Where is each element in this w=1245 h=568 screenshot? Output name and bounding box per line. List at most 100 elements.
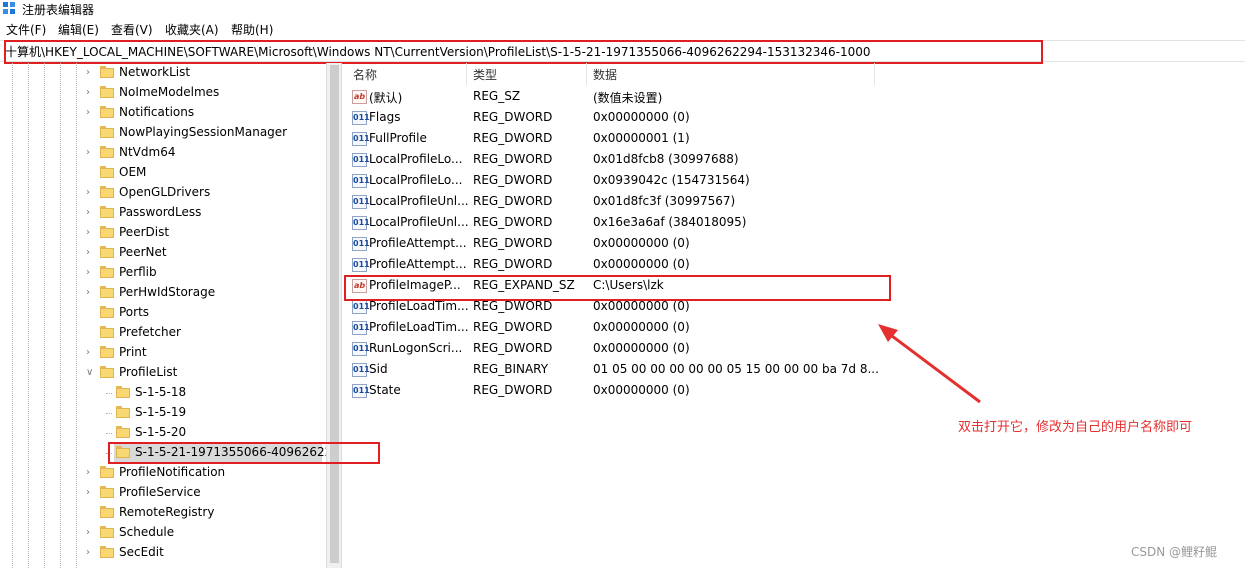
menu-view[interactable]: 查看(V) (111, 21, 153, 38)
column-type[interactable]: 类型 (473, 66, 497, 83)
tree-item-label: S-1-5-18 (135, 385, 187, 399)
value-row[interactable]: 011 ProfileLoadTim... REG_DWORD 0x00000000 … (346, 318, 886, 339)
menu-favorites[interactable]: 收藏夹(A) (165, 21, 219, 38)
chevron-right-icon[interactable]: › (86, 487, 96, 499)
folder-icon (100, 66, 114, 78)
chevron-right-icon[interactable]: › (86, 547, 96, 559)
tree-item[interactable]: › OpenGLDrivers (0, 183, 326, 203)
tree-item[interactable]: › ProfileService (0, 483, 326, 503)
value-data: 0x00000000 (0) (593, 110, 690, 124)
registry-tree: › NetworkList › NoImeModelmes › Notifications… (0, 63, 326, 568)
chevron-right-icon[interactable]: › (86, 247, 96, 259)
highlight-selected-key (108, 442, 380, 464)
scrollbar-thumb[interactable] (330, 65, 339, 563)
value-row[interactable]: 011 Flags REG_DWORD 0x00000000 (0) (346, 108, 886, 129)
chevron-down-icon[interactable]: ∨ (86, 367, 96, 379)
tree-item[interactable]: › Notifications (0, 103, 326, 123)
tree-item[interactable]: › PasswordLess (0, 203, 326, 223)
chevron-right-icon[interactable]: › (86, 467, 96, 479)
chevron-right-icon[interactable]: › (86, 267, 96, 279)
chevron-right-icon[interactable]: › (86, 147, 96, 159)
value-name: RunLogonScri... (369, 341, 463, 355)
value-name: ProfileAttempt... (369, 236, 467, 250)
binary-value-icon: 011 (352, 258, 370, 272)
value-row[interactable]: 011 LocalProfileUnl... REG_DWORD 0x16e3a6af… (346, 213, 886, 234)
value-row[interactable]: 011 ProfileAttempt... REG_DWORD 0x00000000 … (346, 234, 886, 255)
binary-value-icon: 011 (352, 174, 370, 188)
chevron-right-icon[interactable]: › (86, 287, 96, 299)
value-row[interactable]: 011 State REG_DWORD 0x00000000 (0) (346, 381, 886, 402)
tree-item-label: ProfileList (119, 365, 178, 379)
value-row[interactable]: 011 Sid REG_BINARY 01 05 00 00 00 00 00 05 … (346, 360, 886, 381)
menu-help[interactable]: 帮助(H) (231, 21, 273, 38)
tree-item[interactable]: Prefetcher (0, 323, 326, 343)
tree-item[interactable]: RemoteRegistry (0, 503, 326, 523)
value-row[interactable]: 011 LocalProfileUnl... REG_DWORD 0x01d8fc3f… (346, 192, 886, 213)
column-name[interactable]: 名称 (353, 66, 377, 83)
chevron-right-icon[interactable]: › (86, 207, 96, 219)
value-row[interactable]: 011 LocalProfileLo... REG_DWORD 0x01d8fcb8 … (346, 150, 886, 171)
tree-item[interactable]: › PerHwIdStorage (0, 283, 326, 303)
value-data: 0x00000001 (1) (593, 131, 690, 145)
value-type: REG_DWORD (473, 215, 553, 229)
tree-item-label: NowPlayingSessionManager (119, 125, 288, 139)
tree-item[interactable]: NowPlayingSessionManager (0, 123, 326, 143)
value-data: 0x16e3a6af (384018095) (593, 215, 747, 229)
tree-item-label: NoImeModelmes (119, 85, 220, 99)
value-data: 0x0939042c (154731564) (593, 173, 750, 187)
column-data[interactable]: 数据 (593, 66, 617, 83)
value-data: 0x01d8fcb8 (30997688) (593, 152, 739, 166)
value-type: REG_DWORD (473, 320, 553, 334)
value-row[interactable]: 011 LocalProfileLo... REG_DWORD 0x0939042c … (346, 171, 886, 192)
tree-item[interactable]: › PeerNet (0, 243, 326, 263)
folder-icon (100, 246, 114, 258)
annotation-text: 双击打开它，修改为自己的用户名称即可 (958, 420, 1193, 435)
chevron-right-icon[interactable]: › (86, 187, 96, 199)
tree-item[interactable]: › PeerDist (0, 223, 326, 243)
folder-icon (100, 546, 114, 558)
value-name: Sid (369, 362, 388, 376)
value-row[interactable]: 011 FullProfile REG_DWORD 0x00000001 (1) (346, 129, 886, 150)
tree-item[interactable]: S-1-5-18 (0, 383, 326, 403)
menu-file[interactable]: 文件(F) (6, 21, 46, 38)
chevron-right-icon[interactable]: › (86, 527, 96, 539)
chevron-right-icon[interactable]: › (86, 347, 96, 359)
tree-item[interactable]: › NtVdm64 (0, 143, 326, 163)
tree-item[interactable]: OEM (0, 163, 326, 183)
tree-item[interactable]: › Schedule (0, 523, 326, 543)
value-row[interactable]: 011 ProfileAttempt... REG_DWORD 0x00000000 … (346, 255, 886, 276)
value-type: REG_DWORD (473, 131, 553, 145)
value-row[interactable]: 011 RunLogonScri... REG_DWORD 0x00000000 (0… (346, 339, 886, 360)
chevron-right-icon[interactable]: › (86, 107, 96, 119)
string-value-icon: ab (352, 90, 367, 104)
value-row[interactable]: ab (默认) REG_SZ (数值未设置) (346, 87, 886, 108)
tree-item[interactable]: › Print (0, 343, 326, 363)
value-type: REG_DWORD (473, 152, 553, 166)
value-name: State (369, 383, 401, 397)
folder-icon (100, 146, 114, 158)
tree-item[interactable]: Ports (0, 303, 326, 323)
chevron-right-icon[interactable]: › (86, 227, 96, 239)
menu-edit[interactable]: 编辑(E) (58, 21, 99, 38)
chevron-right-icon[interactable]: › (86, 87, 96, 99)
tree-item[interactable]: S-1-5-19 (0, 403, 326, 423)
tree-item[interactable]: › NoImeModelmes (0, 83, 326, 103)
arrow-icon (878, 324, 981, 404)
value-type: REG_DWORD (473, 299, 553, 313)
tree-scrollbar[interactable] (326, 63, 342, 568)
binary-value-icon: 011 (352, 153, 370, 167)
tree-item[interactable]: ∨ ProfileList (0, 363, 326, 383)
chevron-right-icon[interactable]: › (86, 67, 96, 79)
folder-icon (100, 186, 114, 198)
binary-value-icon: 011 (352, 195, 370, 209)
folder-icon (100, 106, 114, 118)
tree-item[interactable]: › ProfileNotification (0, 463, 326, 483)
value-data: 0x00000000 (0) (593, 320, 690, 334)
tree-item[interactable]: S-1-5-20 (0, 423, 326, 443)
value-data: 0x00000000 (0) (593, 299, 690, 313)
tree-item[interactable]: › SecEdit (0, 543, 326, 563)
tree-item-label: ProfileService (119, 485, 201, 499)
folder-icon (100, 226, 114, 238)
tree-item[interactable]: › Perflib (0, 263, 326, 283)
tree-item[interactable]: › NetworkList (0, 63, 326, 83)
